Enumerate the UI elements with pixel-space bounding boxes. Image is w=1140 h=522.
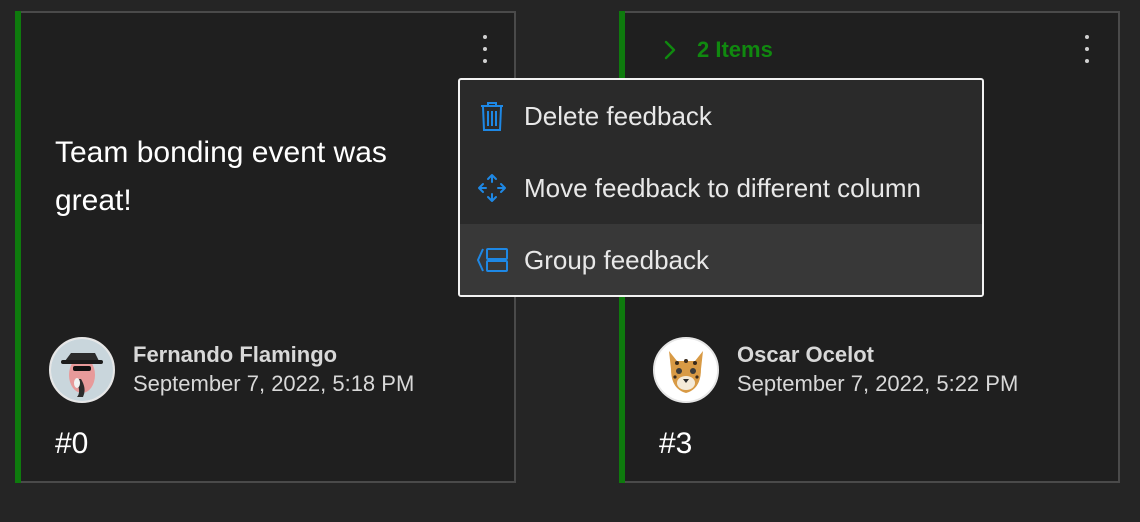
author-name: Fernando Flamingo: [133, 342, 338, 367]
chevron-right-icon: [664, 40, 676, 60]
author-info: Fernando Flamingo September 7, 2022, 5:1…: [133, 341, 414, 399]
menu-item-label: Move feedback to different column: [524, 172, 921, 203]
kebab-dot: [1085, 47, 1089, 51]
menu-item-label: Group feedback: [524, 244, 710, 275]
card-number: #3: [659, 427, 693, 460]
author-name: Oscar Ocelot: [737, 342, 874, 367]
group-icon: [460, 247, 524, 273]
feedback-context-menu: Delete feedback Move feedback to differe…: [458, 78, 984, 297]
kebab-dot: [483, 35, 487, 39]
group-expand-toggle[interactable]: 2 Items: [659, 37, 773, 63]
flamingo-avatar-icon: [51, 339, 113, 401]
feedback-card: Team bonding event was great! Fernando F…: [15, 11, 516, 483]
author-date: September 7, 2022, 5:22 PM: [737, 371, 1019, 396]
more-options-button[interactable]: [475, 35, 495, 63]
move-feedback-menu-item[interactable]: Move feedback to different column: [460, 152, 982, 224]
card-accent-bar: [15, 11, 21, 483]
trash-icon: [460, 100, 524, 132]
move-icon: [460, 172, 524, 204]
menu-item-label: Delete feedback: [524, 100, 712, 131]
author-date: September 7, 2022, 5:18 PM: [133, 371, 415, 396]
card-number: #0: [55, 427, 89, 460]
more-options-button[interactable]: [1077, 35, 1097, 63]
ocelot-avatar-icon: [655, 339, 717, 401]
kebab-dot: [1085, 35, 1089, 39]
author-block: Oscar Ocelot September 7, 2022, 5:22 PM: [653, 337, 1018, 403]
delete-feedback-menu-item[interactable]: Delete feedback: [460, 80, 982, 152]
feedback-text: Team bonding event was great!: [55, 136, 387, 217]
avatar: [49, 337, 115, 403]
kebab-dot: [483, 59, 487, 63]
kebab-dot: [1085, 59, 1089, 63]
author-info: Oscar Ocelot September 7, 2022, 5:22 PM: [737, 341, 1018, 399]
author-block: Fernando Flamingo September 7, 2022, 5:1…: [49, 337, 414, 403]
group-feedback-menu-item[interactable]: Group feedback: [460, 224, 982, 295]
kebab-dot: [483, 47, 487, 51]
group-count-label: 2 Items: [697, 37, 773, 62]
avatar: [653, 337, 719, 403]
